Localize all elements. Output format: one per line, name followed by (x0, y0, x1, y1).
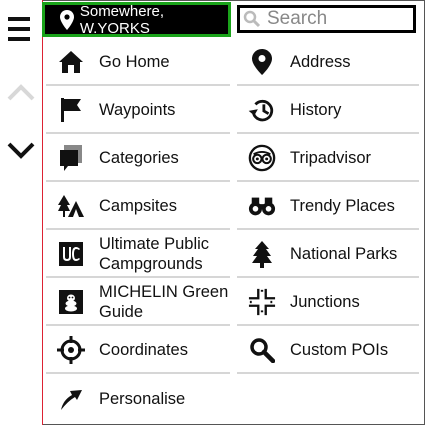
menu-item-label: Custom POIs (290, 341, 389, 359)
hamburger-menu-icon[interactable] (5, 14, 37, 44)
crosshair-icon (57, 336, 85, 364)
arrow-icon (57, 385, 85, 413)
menu-item-label: National Parks (290, 245, 398, 263)
campsite-icon (57, 192, 85, 220)
left-rail (0, 0, 42, 425)
junctions-icon (248, 288, 276, 316)
tripadvisor-icon (248, 144, 276, 172)
location-text: Somewhere, W.YORKS (79, 2, 165, 37)
menu-item-label: Junctions (290, 293, 360, 311)
menu-item-history[interactable]: History (237, 88, 419, 134)
chevron-down-icon[interactable] (5, 138, 37, 162)
pine-tree-icon (248, 240, 276, 268)
home-icon (57, 48, 85, 76)
map-pin-icon (248, 48, 276, 76)
ultimate-campgrounds-logo-icon (57, 240, 85, 268)
menu-item-categories[interactable]: Categories (46, 136, 230, 182)
menu-item-tripadvisor[interactable]: Tripadvisor (237, 136, 419, 182)
menu-item-label: Waypoints (99, 101, 176, 119)
menu-item-label: Ultimate Public Campgrounds (99, 235, 210, 273)
michelin-icon (57, 288, 85, 316)
menu-item-label: Trendy Places (290, 197, 395, 215)
menu-item-label: Go Home (99, 53, 170, 71)
menu-item-label: Address (290, 53, 351, 71)
search-icon (243, 10, 261, 28)
map-pin-icon (59, 9, 76, 31)
menu-item-label: Categories (99, 149, 179, 167)
menu-item-label: Coordinates (99, 341, 188, 359)
menu-item-address[interactable]: Address (237, 40, 419, 86)
menu-item-label: History (290, 101, 342, 119)
menu-item-go-home[interactable]: Go Home (46, 40, 230, 86)
menu-item-personalise[interactable]: Personalise (46, 376, 230, 422)
chevron-up-icon[interactable] (5, 80, 37, 104)
current-location-button[interactable]: Somewhere, W.YORKS (42, 2, 231, 37)
menu-item-coordinates[interactable]: Coordinates (46, 328, 230, 374)
menu-item-trendy-places[interactable]: Trendy Places (237, 184, 419, 230)
search-icon (248, 336, 276, 364)
menu-item-label: MICHELIN Green Guide (99, 283, 229, 321)
menu-item-junctions[interactable]: Junctions (237, 280, 419, 326)
menu-item-waypoints[interactable]: Waypoints (46, 88, 230, 134)
search-input[interactable] (267, 8, 407, 30)
menu-item-label: Campsites (99, 197, 177, 215)
flag-icon (57, 96, 85, 124)
history-icon (248, 96, 276, 124)
menu-item-ultimate-public-campgrounds[interactable]: Ultimate Public Campgrounds (46, 232, 230, 278)
left-divider (42, 0, 43, 425)
menu-item-michelin-green-guide[interactable]: MICHELIN Green Guide (46, 280, 230, 326)
menu-item-label: Personalise (99, 390, 186, 408)
categories-icon (57, 144, 85, 172)
binoculars-icon (248, 192, 276, 220)
menu-item-custom-pois[interactable]: Custom POIs (237, 328, 419, 374)
menu-item-label: Tripadvisor (290, 149, 371, 167)
search-box[interactable] (237, 5, 416, 33)
menu-item-national-parks[interactable]: National Parks (237, 232, 419, 278)
menu-item-campsites[interactable]: Campsites (46, 184, 230, 230)
